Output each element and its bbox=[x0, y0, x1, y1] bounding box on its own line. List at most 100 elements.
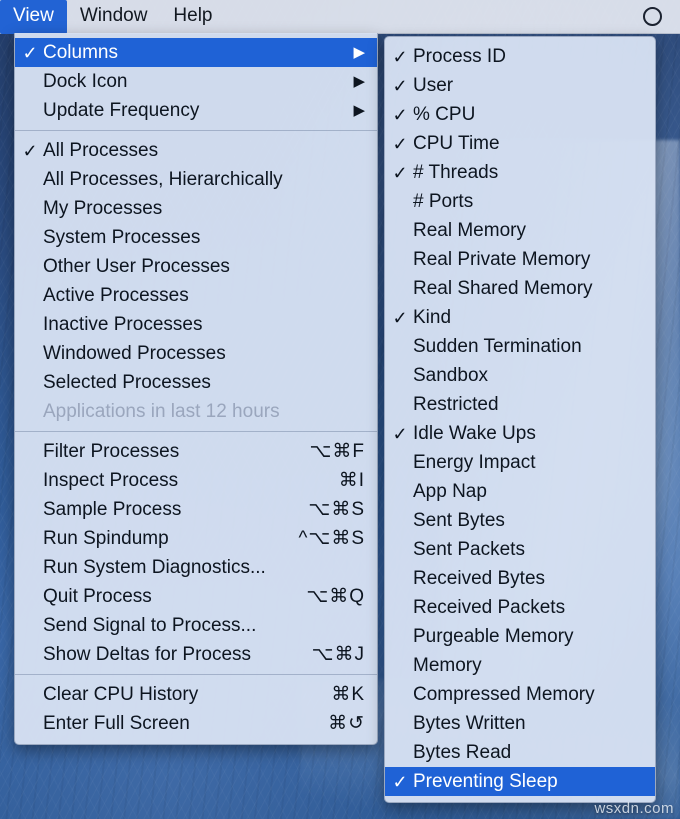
menu-separator bbox=[15, 130, 377, 131]
menu-item-all-processes[interactable]: ✓ All Processes bbox=[15, 136, 377, 165]
columns-submenu: ✓ Process ID ✓ User ✓% CPU ✓ CPU Time ✓ # Thread… bbox=[384, 36, 656, 803]
menu-item-label: % CPU bbox=[413, 103, 476, 125]
menu-item-label: Inactive Processes bbox=[43, 313, 203, 335]
menu-item-column-preventing-sleep[interactable]: ✓ Preventing Sleep bbox=[385, 767, 655, 796]
menu-item-column-restricted[interactable]: Restricted bbox=[385, 390, 655, 419]
menu-item-label: Received Bytes bbox=[413, 567, 546, 589]
checkmark-icon: ✓ bbox=[392, 423, 408, 444]
menu-item-shortcut: ⌥⌘F bbox=[309, 441, 365, 462]
menu-item-column-ports[interactable]: # Ports bbox=[385, 187, 655, 216]
menu-item-column-sent-bytes[interactable]: Sent Bytes bbox=[385, 506, 655, 535]
menu-item-shortcut: ^⌥⌘S bbox=[298, 528, 365, 549]
menu-item-label: CPU Time bbox=[413, 132, 500, 154]
menu-item-label: Process ID bbox=[413, 45, 506, 67]
menu-item-update-frequency[interactable]: Update Frequency ▶ bbox=[15, 96, 377, 125]
menu-item-label: Compressed Memory bbox=[413, 683, 595, 705]
menu-item-shortcut: ⌘K bbox=[331, 684, 365, 705]
menu-item-label: Idle Wake Ups bbox=[413, 422, 536, 444]
menu-item-label: Real Private Memory bbox=[413, 248, 591, 270]
menu-item-applications-in-last-12-hours: Applications in last 12 hours bbox=[15, 397, 377, 426]
menu-item-label: Sample Process bbox=[43, 498, 182, 520]
menu-item-my-processes[interactable]: My Processes bbox=[15, 194, 377, 223]
menu-item-column-app-nap[interactable]: App Nap bbox=[385, 477, 655, 506]
menu-item-label: Memory bbox=[413, 654, 482, 676]
menu-item-show-deltas-for-process[interactable]: Show Deltas for Process ⌥⌘J bbox=[15, 640, 377, 669]
menubar-item-help[interactable]: Help bbox=[160, 0, 225, 34]
menu-item-label: Real Memory bbox=[413, 219, 526, 241]
menu-item-active-processes[interactable]: Active Processes bbox=[15, 281, 377, 310]
menu-item-column-energy-impact[interactable]: Energy Impact bbox=[385, 448, 655, 477]
menu-item-column-bytes-read[interactable]: Bytes Read bbox=[385, 738, 655, 767]
menu-item-column-memory[interactable]: Memory bbox=[385, 651, 655, 680]
menu-item-label: Bytes Written bbox=[413, 712, 526, 734]
menu-item-column-cpu-time[interactable]: ✓ CPU Time bbox=[385, 129, 655, 158]
menu-item-label: Run Spindump bbox=[43, 527, 169, 549]
menu-item-label: Filter Processes bbox=[43, 440, 180, 462]
menu-item-column-kind[interactable]: ✓ Kind bbox=[385, 303, 655, 332]
menu-item-label: Columns bbox=[43, 41, 118, 63]
menu-item-label: User bbox=[413, 74, 454, 96]
view-menu: ✓ Columns ▶ Dock Icon ▶ Update Frequency ▶ ✓ All… bbox=[14, 33, 378, 745]
menu-item-quit-process[interactable]: Quit Process ⌥⌘Q bbox=[15, 582, 377, 611]
menu-item-column-real-memory[interactable]: Real Memory bbox=[385, 216, 655, 245]
menu-item-columns[interactable]: ✓ Columns ▶ bbox=[15, 38, 377, 67]
menubar-item-window[interactable]: Window bbox=[67, 0, 161, 34]
menu-item-shortcut: ⌘I bbox=[338, 470, 365, 491]
menu-item-other-user-processes[interactable]: Other User Processes bbox=[15, 252, 377, 281]
menu-item-label: Selected Processes bbox=[43, 371, 211, 393]
menu-item-label: All Processes, Hierarchically bbox=[43, 168, 283, 190]
menu-item-system-processes[interactable]: System Processes bbox=[15, 223, 377, 252]
menu-item-label: Bytes Read bbox=[413, 741, 512, 763]
menu-item-label: Sent Packets bbox=[413, 538, 525, 560]
menu-item-run-system-diagnostics[interactable]: Run System Diagnostics... bbox=[15, 553, 377, 582]
menu-item-run-spindump[interactable]: Run Spindump ^⌥⌘S bbox=[15, 524, 377, 553]
menu-item-label: Sudden Termination bbox=[413, 335, 582, 357]
menu-bar: View Window Help bbox=[0, 0, 680, 34]
menu-item-label: Show Deltas for Process bbox=[43, 643, 252, 665]
menu-item-column-bytes-written[interactable]: Bytes Written bbox=[385, 709, 655, 738]
menu-item-label: Sandbox bbox=[413, 364, 489, 386]
menu-item-column-user[interactable]: ✓ User bbox=[385, 71, 655, 100]
menu-item-column-purgeable-memory[interactable]: Purgeable Memory bbox=[385, 622, 655, 651]
checkmark-icon: ✓ bbox=[22, 140, 38, 161]
menubar-item-view[interactable]: View bbox=[0, 0, 67, 34]
menu-separator bbox=[15, 674, 377, 675]
menu-item-column-idle-wake-ups[interactable]: ✓ Idle Wake Ups bbox=[385, 419, 655, 448]
menu-item-sample-process[interactable]: Sample Process ⌥⌘S bbox=[15, 495, 377, 524]
menu-item-send-signal-to-process[interactable]: Send Signal to Process... bbox=[15, 611, 377, 640]
menu-item-column-cpu[interactable]: ✓% CPU bbox=[385, 100, 655, 129]
menu-item-filter-processes[interactable]: Filter Processes ⌥⌘F bbox=[15, 437, 377, 466]
menu-item-label: Restricted bbox=[413, 393, 499, 415]
menu-item-column-real-shared-memory[interactable]: Real Shared Memory bbox=[385, 274, 655, 303]
menu-item-label: Energy Impact bbox=[413, 451, 536, 473]
menu-item-inspect-process[interactable]: Inspect Process ⌘I bbox=[15, 466, 377, 495]
menu-item-label: Active Processes bbox=[43, 284, 189, 306]
menu-item-dock-icon[interactable]: Dock Icon ▶ bbox=[15, 67, 377, 96]
menu-item-column-sent-packets[interactable]: Sent Packets bbox=[385, 535, 655, 564]
checkmark-icon: ✓ bbox=[392, 46, 408, 67]
menu-item-column-real-private-memory[interactable]: Real Private Memory bbox=[385, 245, 655, 274]
submenu-arrow-icon: ▶ bbox=[353, 44, 365, 61]
menu-item-inactive-processes[interactable]: Inactive Processes bbox=[15, 310, 377, 339]
menu-item-label: Applications in last 12 hours bbox=[43, 400, 280, 422]
menu-item-label: Real Shared Memory bbox=[413, 277, 593, 299]
menu-item-shortcut: ⌥⌘Q bbox=[306, 586, 365, 607]
menu-item-label: Update Frequency bbox=[43, 99, 200, 121]
checkmark-icon: ✓ bbox=[392, 162, 408, 183]
circle-icon[interactable] bbox=[643, 7, 662, 26]
menu-item-enter-full-screen[interactable]: Enter Full Screen ⌘↺ bbox=[15, 709, 377, 738]
checkmark-icon: ✓ bbox=[392, 133, 408, 154]
checkmark-icon: ✓ bbox=[392, 307, 408, 328]
menu-item-column-received-packets[interactable]: Received Packets bbox=[385, 593, 655, 622]
menu-item-column-compressed-memory[interactable]: Compressed Memory bbox=[385, 680, 655, 709]
menu-item-clear-cpu-history[interactable]: Clear CPU History ⌘K bbox=[15, 680, 377, 709]
menu-item-column-sandbox[interactable]: Sandbox bbox=[385, 361, 655, 390]
menu-item-column-threads[interactable]: ✓ # Threads bbox=[385, 158, 655, 187]
menu-item-all-processes-hierarchically[interactable]: All Processes, Hierarchically bbox=[15, 165, 377, 194]
menu-item-column-received-bytes[interactable]: Received Bytes bbox=[385, 564, 655, 593]
menu-item-column-sudden-termination[interactable]: Sudden Termination bbox=[385, 332, 655, 361]
menu-item-selected-processes[interactable]: Selected Processes bbox=[15, 368, 377, 397]
menu-item-column-process-id[interactable]: ✓ Process ID bbox=[385, 42, 655, 71]
menu-item-windowed-processes[interactable]: Windowed Processes bbox=[15, 339, 377, 368]
menu-separator bbox=[15, 431, 377, 432]
